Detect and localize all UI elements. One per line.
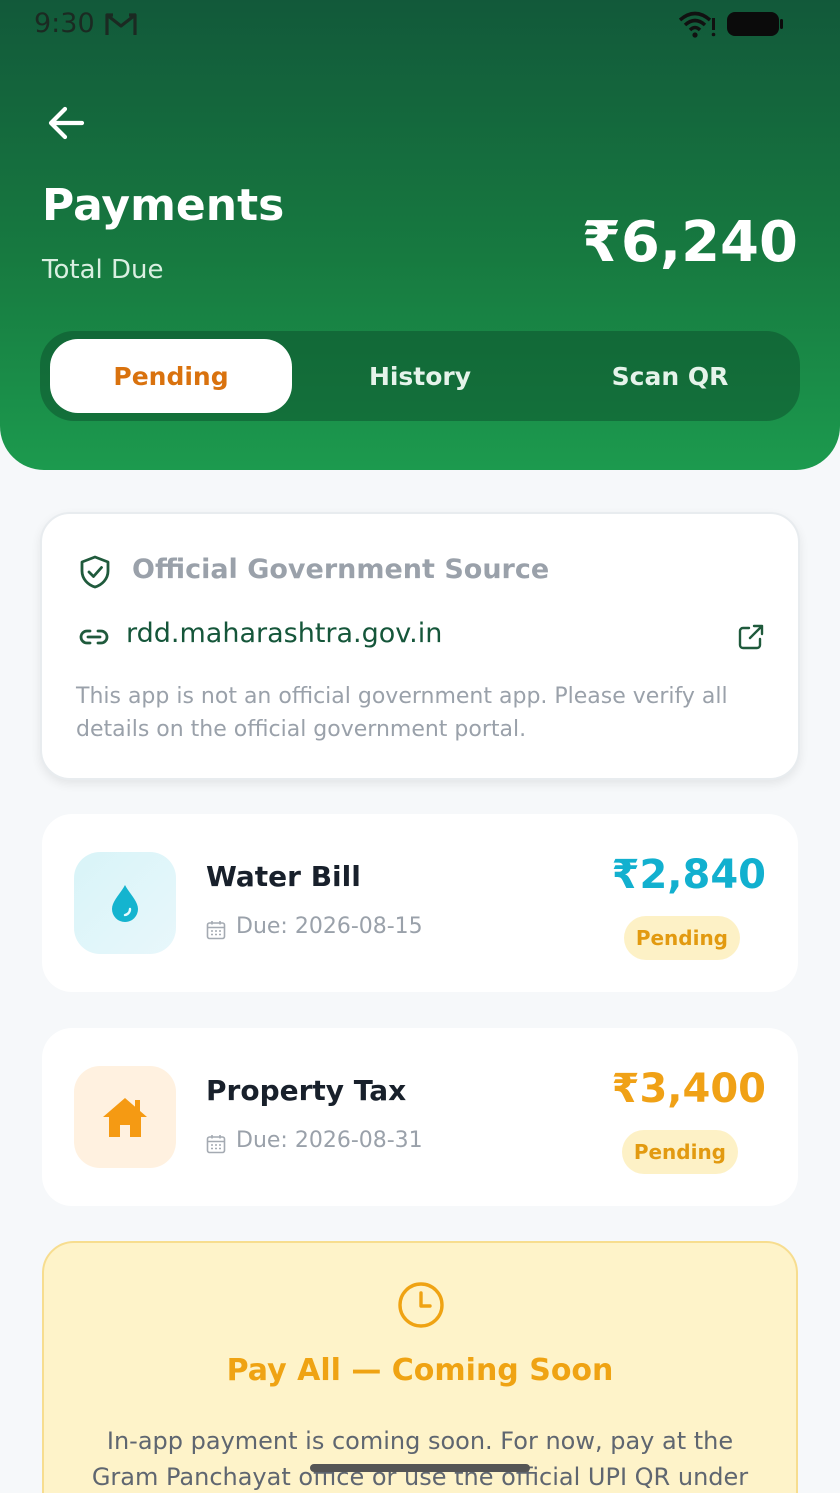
bill-icon-container [74,1066,176,1168]
total-due-label: Total Due [42,255,164,285]
status-time: 9:30 [34,8,95,39]
bill-name: Property Tax [206,1074,407,1107]
official-portal-link[interactable]: rdd.maharashtra.gov.in [126,618,442,649]
tab-pending[interactable]: Pending [50,339,292,413]
external-link-icon[interactable] [736,622,766,652]
bill-card-water[interactable]: Water Bill Due: 2026-08-15 ₹2,840 Pendin… [42,814,798,992]
gmail-icon [105,13,137,35]
header: 9:30 Payments Total Due ₹6,240 Pending H… [0,0,840,470]
payments-screen: 9:30 Payments Total Due ₹6,240 Pending H… [0,0,840,1493]
page-title: Payments [42,180,285,231]
calendar-icon [206,921,226,940]
battery-icon [727,12,783,36]
arrow-left-icon [48,106,85,140]
bill-name: Water Bill [206,860,361,893]
back-button[interactable] [40,100,92,146]
source-title: Official Government Source [132,554,550,585]
shield-check-icon [80,555,110,589]
bill-icon-container [74,852,176,954]
tab-scan-qr[interactable]: Scan QR [549,339,791,413]
bill-card-property-tax[interactable]: Property Tax Due: 2026-08-31 ₹3,400 Pend… [42,1028,798,1206]
pay-all-title: Pay All — Coming Soon [226,1353,614,1388]
wifi-icon [678,11,716,38]
bill-due-date: Due: 2026-08-15 [236,914,423,939]
bill-amount: ₹2,840 [611,852,766,898]
status-bar: 9:30 [0,0,840,48]
pay-all-card: Pay All — Coming Soon In-app payment is … [42,1241,798,1493]
tab-bar: Pending History Scan QR [40,331,800,421]
clock-icon [398,1282,444,1328]
total-due-amount: ₹6,240 [581,210,798,275]
status-badge: Pending [621,1130,738,1174]
house-icon [103,1098,147,1137]
tab-history[interactable]: History [299,339,541,413]
bill-amount: ₹3,400 [611,1066,766,1112]
disclaimer-text: This app is not an official government a… [76,684,728,742]
calendar-icon [206,1135,226,1154]
official-source-card: Official Government Source rdd.maharasht… [40,512,800,780]
home-indicator[interactable] [310,1464,530,1472]
bill-due-date: Due: 2026-08-31 [236,1128,423,1153]
link-icon [79,629,109,645]
status-badge: Pending [623,916,740,960]
pay-all-description: In-app payment is coming soon. For now, … [91,1427,749,1491]
water-drop-icon [112,885,138,922]
